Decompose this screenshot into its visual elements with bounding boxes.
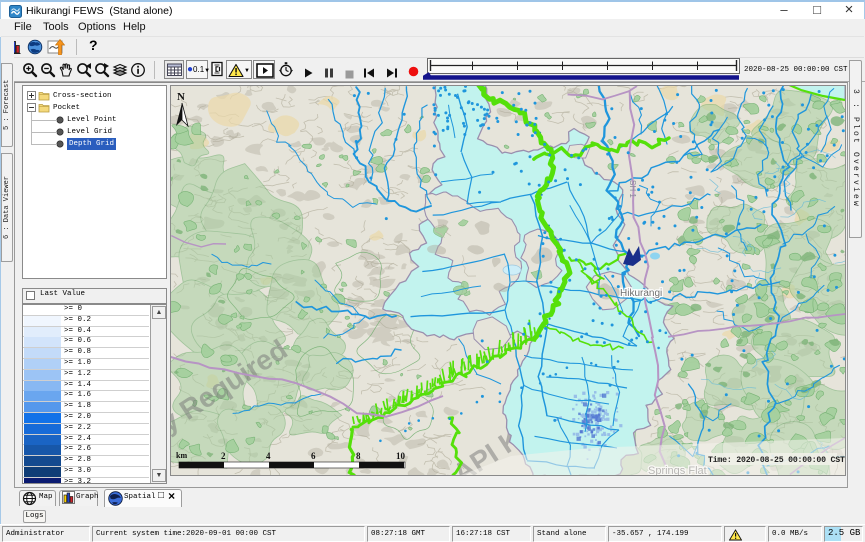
svg-text:km: km	[176, 451, 187, 460]
svg-text:4: 4	[266, 451, 271, 461]
svg-text:Hikurangi: Hikurangi	[620, 288, 662, 299]
svg-text:6: 6	[311, 451, 316, 461]
svg-text:SH 1: SH 1	[628, 180, 637, 198]
svg-text:Time: 2020-08-25 00:00:00 CST: Time: 2020-08-25 00:00:00 CST	[708, 455, 845, 465]
svg-text:N: N	[177, 91, 185, 103]
svg-text:2: 2	[221, 451, 226, 461]
svg-text:8: 8	[356, 451, 361, 461]
svg-text:10: 10	[396, 451, 406, 461]
